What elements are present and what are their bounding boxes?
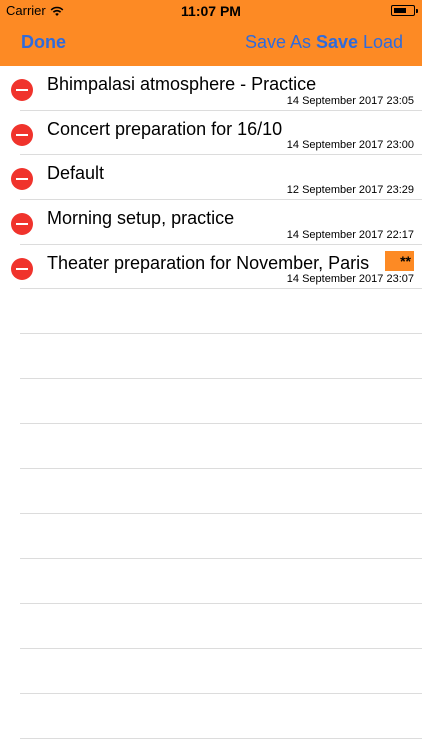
status-bar: Carrier 11:07 PM	[0, 0, 422, 22]
status-time: 11:07 PM	[181, 3, 241, 19]
item-date: 14 September 2017 22:17	[286, 228, 414, 241]
item-date: 12 September 2017 23:29	[286, 184, 414, 197]
delete-icon[interactable]	[11, 213, 33, 236]
list-item[interactable]: Morning setup, practice 14 September 201…	[11, 200, 422, 245]
empty-row	[20, 514, 422, 560]
save-as-button[interactable]: Save As	[245, 32, 311, 53]
preset-list: Bhimpalasi atmosphere - Practice 14 Sept…	[0, 66, 422, 740]
delete-icon[interactable]	[11, 168, 33, 191]
item-title: Bhimpalasi atmosphere - Practice	[47, 74, 317, 94]
item-title: Default	[47, 163, 105, 184]
item-date: 14 September 2017 23:07	[286, 273, 414, 286]
empty-row	[20, 559, 422, 605]
item-title: Theater preparation for November, Paris	[47, 252, 370, 273]
item-date: 14 September 2017 23:00	[286, 139, 414, 152]
empty-row	[20, 694, 422, 740]
list-item[interactable]: Default 12 September 2017 23:29	[11, 155, 422, 201]
navigation-bar: Carrier 11:07 PM Done Save As Save Load	[0, 0, 422, 66]
empty-row	[20, 424, 422, 470]
item-date: 14 September 2017 23:05	[286, 94, 414, 107]
empty-row	[20, 649, 422, 695]
load-button[interactable]: Load	[363, 32, 403, 53]
empty-row	[20, 604, 422, 650]
delete-icon[interactable]	[11, 123, 33, 146]
list-item[interactable]: Concert preparation for 16/10 14 Septemb…	[11, 111, 422, 156]
list-item[interactable]: Bhimpalasi atmosphere - Practice 14 Sept…	[11, 66, 422, 111]
empty-row	[20, 289, 422, 335]
battery-icon	[391, 5, 418, 16]
save-button[interactable]: Save	[316, 32, 358, 53]
empty-row	[20, 334, 422, 380]
empty-row	[20, 469, 422, 515]
current-badge: **	[385, 250, 414, 271]
empty-row	[20, 379, 422, 425]
delete-icon[interactable]	[11, 257, 33, 280]
item-title: Morning setup, practice	[47, 208, 235, 229]
done-button[interactable]: Done	[21, 32, 66, 53]
item-title: Concert preparation for 16/10	[47, 118, 283, 139]
list-item[interactable]: Theater preparation for November, Paris …	[11, 245, 422, 290]
delete-icon[interactable]	[11, 79, 33, 101]
